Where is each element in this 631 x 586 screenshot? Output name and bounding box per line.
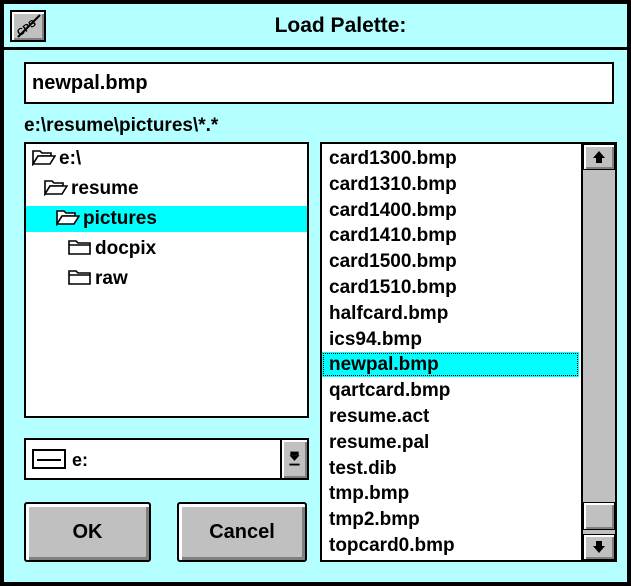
folder-open-icon bbox=[44, 180, 68, 196]
current-path-label: e:\resume\pictures\*.* bbox=[24, 115, 219, 136]
title-bar: CPS Load Palette: bbox=[4, 4, 627, 50]
cancel-button[interactable]: Cancel bbox=[177, 502, 307, 562]
file-item[interactable]: resume.pal bbox=[322, 430, 579, 455]
file-item[interactable]: halfcard.bmp bbox=[322, 301, 579, 326]
folder-open-icon bbox=[32, 150, 56, 166]
file-item[interactable]: card1410.bmp bbox=[322, 223, 579, 248]
directory-item[interactable]: raw bbox=[26, 266, 307, 292]
drive-icon bbox=[32, 449, 66, 469]
file-list[interactable]: card1300.bmp card1310.bmp card1400.bmp card… bbox=[320, 142, 617, 562]
file-item[interactable]: card1300.bmp bbox=[322, 146, 579, 171]
scroll-down-button[interactable] bbox=[583, 534, 615, 560]
file-item[interactable]: topcard0.bmp bbox=[322, 533, 579, 558]
file-item[interactable]: ics94.bmp bbox=[322, 327, 579, 352]
folder-closed-icon bbox=[68, 240, 91, 255]
drive-label: e: bbox=[72, 450, 89, 470]
drive-select[interactable]: e: bbox=[24, 438, 309, 480]
scroll-up-button[interactable] bbox=[583, 144, 615, 170]
file-item[interactable]: card1510.bmp bbox=[322, 275, 579, 300]
arrow-down-icon bbox=[593, 541, 605, 553]
directory-list[interactable]: e:\ resume pictures docpix raw bbox=[24, 142, 309, 418]
directory-item[interactable]: e:\ bbox=[26, 146, 307, 172]
directory-label: raw bbox=[95, 268, 128, 289]
file-item[interactable]: tmp2.bmp bbox=[322, 507, 579, 532]
drive-dropdown-button[interactable] bbox=[280, 440, 307, 478]
arrow-down-bar-icon bbox=[289, 451, 300, 466]
arrow-up-icon bbox=[593, 151, 605, 163]
file-item[interactable]: newpal.bmp bbox=[322, 352, 579, 378]
directory-label: resume bbox=[71, 178, 139, 199]
cps-pencil-icon: CPS bbox=[15, 14, 41, 39]
file-item[interactable]: card1500.bmp bbox=[322, 249, 579, 274]
file-item[interactable]: test.dib bbox=[322, 456, 579, 481]
load-palette-dialog: CPS Load Palette: newpal.bmp e:\resume\p… bbox=[0, 0, 631, 586]
directory-item[interactable]: resume bbox=[26, 176, 307, 202]
directory-label: pictures bbox=[83, 208, 157, 229]
filename-input[interactable]: newpal.bmp bbox=[24, 62, 614, 104]
ok-button[interactable]: OK bbox=[24, 502, 151, 562]
scroll-thumb[interactable] bbox=[583, 502, 615, 530]
directory-item[interactable]: docpix bbox=[26, 236, 307, 262]
file-item[interactable]: qartcard.bmp bbox=[322, 378, 579, 403]
file-item[interactable]: card1400.bmp bbox=[322, 198, 579, 223]
file-item[interactable]: resume.act bbox=[322, 404, 579, 429]
file-item[interactable]: card1310.bmp bbox=[322, 172, 579, 197]
file-item[interactable]: tmp.bmp bbox=[322, 481, 579, 506]
dialog-title: Load Palette: bbox=[274, 14, 407, 37]
file-list-scrollbar[interactable] bbox=[581, 144, 615, 560]
directory-item[interactable]: pictures bbox=[26, 206, 307, 232]
folder-open-icon bbox=[56, 210, 80, 226]
directory-label: e:\ bbox=[59, 148, 82, 169]
directory-label: docpix bbox=[95, 238, 157, 259]
system-menu-button[interactable]: CPS bbox=[10, 10, 46, 42]
folder-closed-icon bbox=[68, 270, 91, 285]
